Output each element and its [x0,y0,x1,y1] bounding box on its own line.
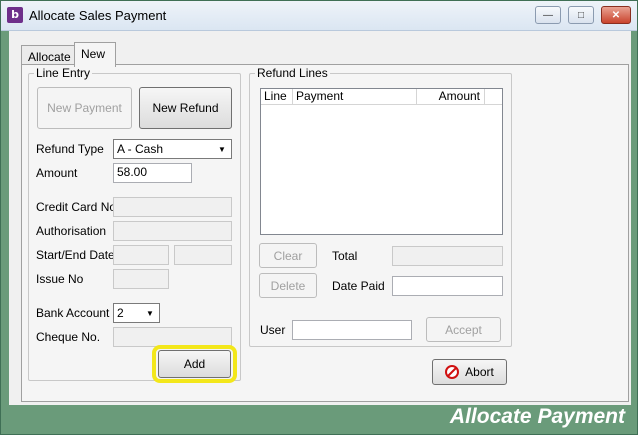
cheque-no-label: Cheque No. [36,330,101,344]
end-date-input[interactable] [174,245,232,265]
refund-type-select[interactable]: A - Cash ▼ [113,139,232,159]
title-bar[interactable]: b Allocate Sales Payment — □ ✕ [1,1,637,31]
close-button[interactable]: ✕ [601,6,631,24]
issue-no-label: Issue No [36,272,84,286]
accept-button[interactable]: Accept [426,317,501,342]
date-paid-input[interactable] [392,276,503,296]
client-area: Allocate New Line Entry New Payment New … [9,31,631,405]
clear-button[interactable]: Clear [259,243,317,268]
footer-title: Allocate Payment [449,405,625,428]
date-paid-label: Date Paid [332,279,385,293]
user-input[interactable] [292,320,412,340]
amount-label: Amount [36,166,78,180]
tab-panel-new: Line Entry New Payment New Refund Refund… [21,64,629,402]
total-field [392,246,503,266]
bank-account-select[interactable]: 2 ▼ [113,303,160,323]
bank-account-value: 2 [117,306,124,320]
authorisation-label: Authorisation [36,224,107,238]
credit-card-input[interactable] [113,197,232,217]
new-payment-button[interactable]: New Payment [37,87,132,129]
chevron-down-icon[interactable]: ▼ [142,305,158,321]
issue-no-input[interactable] [113,269,169,289]
abort-icon [445,365,460,379]
amount-input[interactable]: 58.00 [113,163,192,183]
column-header-line[interactable]: Line [261,89,293,105]
refund-lines-list[interactable]: Line Payment Amount [260,88,503,235]
tab-new[interactable]: New [74,42,116,67]
abort-label: Abort [465,365,494,379]
cheque-no-input[interactable] [113,327,232,347]
bank-account-label: Bank Account [36,306,110,320]
chevron-down-icon[interactable]: ▼ [214,141,230,157]
refund-lines-legend: Refund Lines [255,66,330,80]
abort-button[interactable]: Abort [432,359,507,385]
credit-card-label: Credit Card No [36,200,117,214]
minimize-button[interactable]: — [535,6,561,24]
refund-lines-group: Refund Lines Line Payment Amount Clear T… [249,66,512,347]
column-header-payment[interactable]: Payment [293,89,417,105]
main-window: b Allocate Sales Payment — □ ✕ Allocate … [0,0,638,435]
start-end-date-label: Start/End Date [36,248,115,262]
refund-type-value: A - Cash [117,142,164,156]
window-title: Allocate Sales Payment [29,8,167,23]
delete-button[interactable]: Delete [259,273,317,298]
refund-type-label: Refund Type [36,142,104,156]
new-refund-button[interactable]: New Refund [139,87,232,129]
column-header-filler [485,89,502,105]
maximize-button[interactable]: □ [568,6,594,24]
start-date-input[interactable] [113,245,169,265]
line-entry-group: Line Entry New Payment New Refund Refund… [28,66,241,383]
app-icon: b [7,7,23,23]
authorisation-input[interactable] [113,221,232,241]
user-label: User [260,323,286,337]
tab-allocate[interactable]: Allocate [21,45,78,65]
total-label: Total [332,249,358,263]
add-button[interactable]: Add [158,350,231,378]
line-entry-legend: Line Entry [34,66,93,80]
column-header-amount[interactable]: Amount [417,89,485,105]
